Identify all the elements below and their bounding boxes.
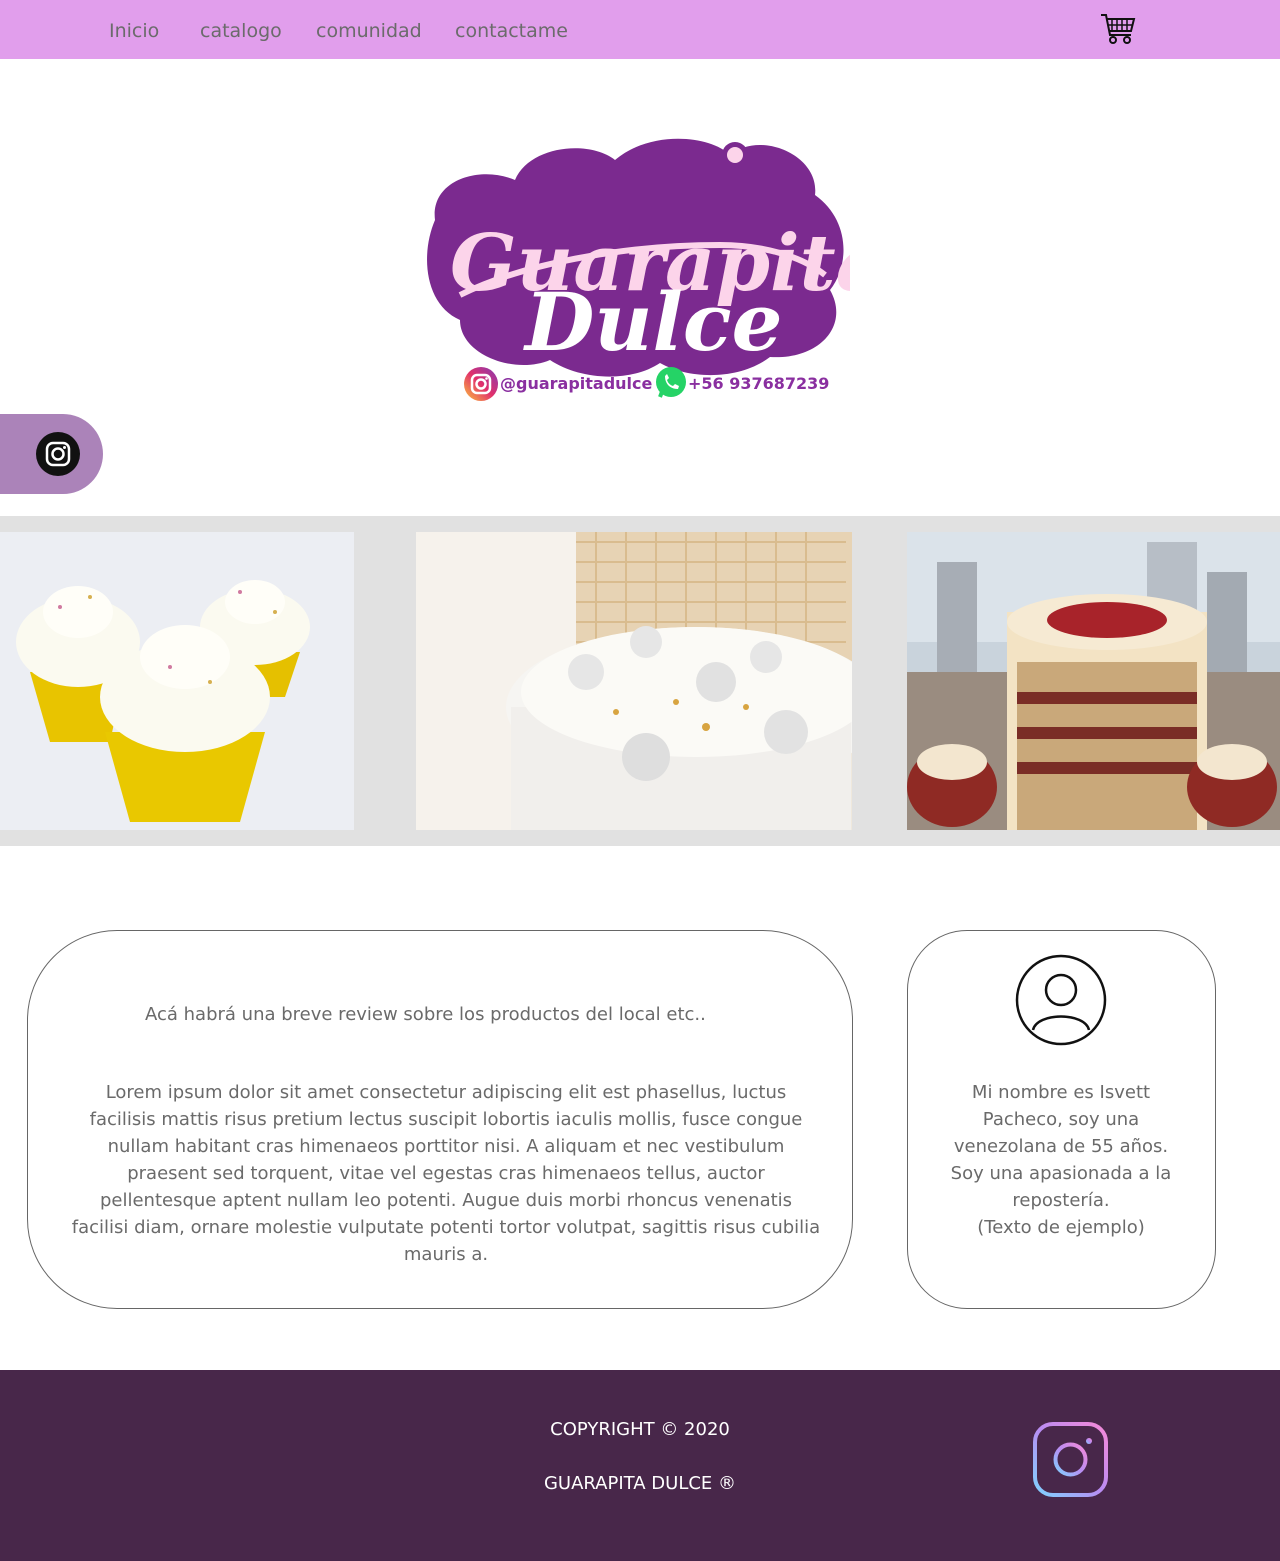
cart-icon[interactable] — [1100, 13, 1136, 45]
instagram-icon — [464, 367, 498, 401]
nav-link-catalogo[interactable]: catalogo — [200, 19, 282, 43]
instagram-icon — [45, 441, 71, 467]
logo-text-dulce: Dulce — [523, 275, 783, 369]
logo-phone: +56 937687239 — [688, 374, 830, 393]
logo-contact-row: @guarapitadulce +56 937687239 — [460, 364, 840, 404]
bio-note: (Texto de ejemplo) — [977, 1217, 1145, 1238]
whatsapp-icon — [656, 367, 686, 398]
bio-paragraph: Mi nombre es Isvett Pacheco, soy una ven… — [950, 1082, 1172, 1211]
red-velvet-cake-photo — [907, 532, 1280, 830]
meringue-cake-photo — [416, 532, 852, 830]
nav-link-inicio[interactable]: Inicio — [109, 19, 159, 43]
review-title: Acá habrá una breve review sobre los pro… — [145, 1004, 706, 1025]
floating-instagram-button[interactable] — [0, 414, 103, 494]
top-navbar: Inicio catalogo comunidad contactame — [0, 0, 1280, 59]
cupcakes-photo — [0, 532, 354, 830]
user-avatar-icon — [1015, 954, 1107, 1046]
photo-gallery — [0, 516, 1280, 846]
logo-instagram-handle: @guarapitadulce — [500, 374, 653, 393]
nav-link-contactame[interactable]: contactame — [455, 19, 568, 43]
bio-text: Mi nombre es Isvett Pacheco, soy una ven… — [935, 1079, 1187, 1241]
nav-link-comunidad[interactable]: comunidad — [316, 19, 422, 43]
instagram-icon[interactable] — [1033, 1422, 1108, 1497]
review-body: Lorem ipsum dolor sit amet consectetur a… — [71, 1082, 821, 1265]
